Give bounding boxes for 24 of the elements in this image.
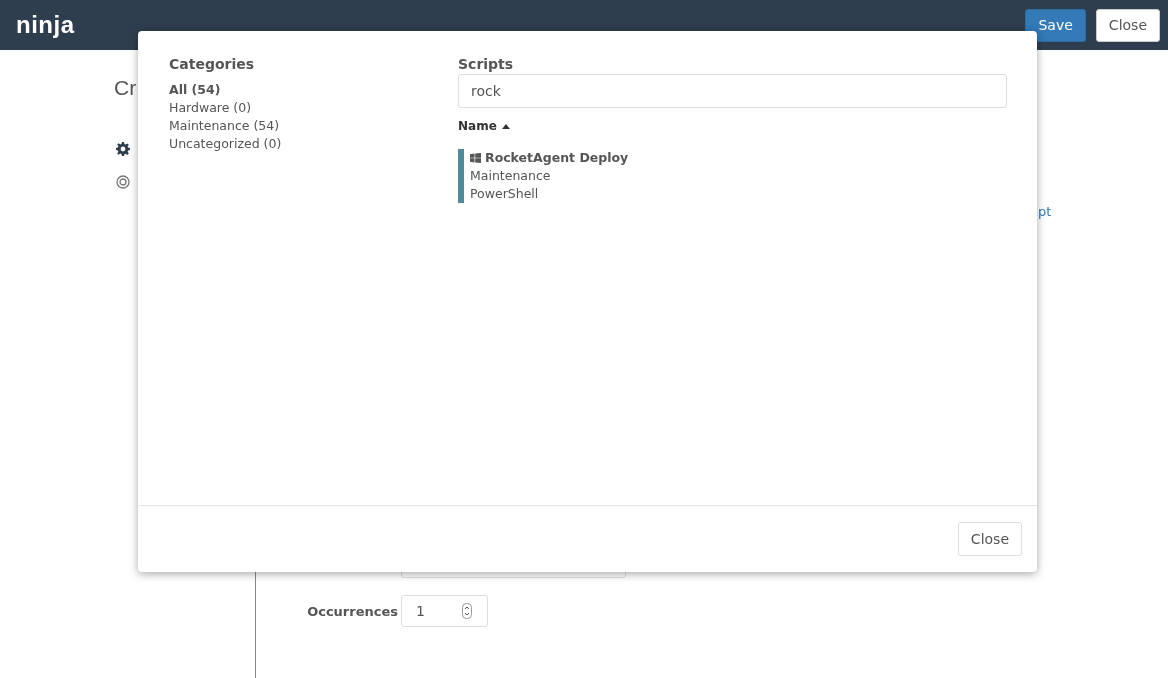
page-title: Cr: [114, 76, 137, 100]
occurrences-field[interactable]: 1: [401, 595, 488, 627]
category-item[interactable]: All (54): [169, 81, 458, 99]
search-field[interactable]: rock: [458, 74, 1007, 108]
script-row[interactable]: RocketAgent Deploy Maintenance PowerShell: [458, 149, 1007, 203]
save-button[interactable]: Save: [1025, 8, 1086, 42]
category-item[interactable]: Uncategorized (0): [169, 135, 458, 153]
script-name: RocketAgent Deploy: [485, 149, 629, 167]
close-button[interactable]: Close: [957, 522, 1022, 556]
logo[interactable]: ninja: [16, 11, 75, 39]
close-button[interactable]: Close: [1095, 8, 1160, 42]
script-category: Maintenance: [470, 167, 552, 185]
categories-heading: Categories: [169, 56, 256, 72]
scripts-heading: Scripts: [458, 56, 515, 72]
occurrences-label: Occurrences: [306, 603, 398, 619]
name-column-header[interactable]: Name: [458, 119, 497, 133]
category-item[interactable]: Hardware (0): [169, 99, 458, 117]
settings-icon[interactable]: [116, 142, 130, 156]
script-language: PowerShell: [470, 185, 540, 203]
target-icon[interactable]: [116, 175, 130, 189]
category-item[interactable]: Maintenance (54): [169, 117, 458, 135]
windows-icon: [470, 153, 481, 163]
spinner-icon[interactable]: [462, 603, 472, 619]
link[interactable]: pt: [1038, 204, 1052, 219]
